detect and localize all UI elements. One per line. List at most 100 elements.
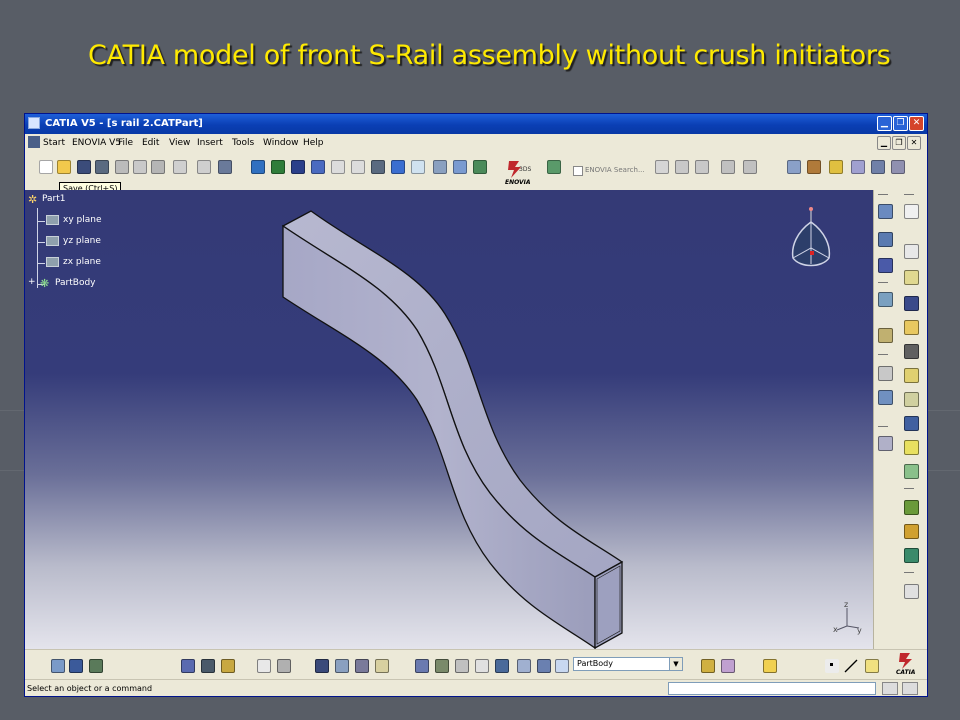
menu-help[interactable]: Help [303, 138, 324, 148]
body-icon[interactable] [878, 390, 893, 405]
plane-tool-icon[interactable] [865, 659, 879, 673]
rotate-icon[interactable] [311, 160, 325, 174]
menu-insert[interactable]: Insert [197, 138, 223, 148]
restore-button[interactable]: ❐ [893, 116, 908, 131]
doc-restore-button[interactable]: ❐ [892, 136, 906, 150]
menu-window[interactable]: Window [263, 138, 299, 148]
translate-icon[interactable] [904, 500, 919, 515]
menu-file[interactable]: File [118, 138, 133, 148]
shadow-icon[interactable] [871, 160, 885, 174]
new-icon[interactable] [39, 160, 53, 174]
render-style-icon[interactable] [787, 160, 801, 174]
select-arrow-icon[interactable] [763, 659, 777, 673]
print-icon[interactable] [95, 160, 109, 174]
render-bottom-icon[interactable] [721, 659, 735, 673]
knowledge-icon[interactable] [277, 659, 291, 673]
edge-fillet-icon[interactable] [904, 368, 919, 383]
enovia-connect-icon[interactable] [547, 160, 561, 174]
menu-view[interactable]: View [169, 138, 190, 148]
line-tool-icon[interactable] [843, 658, 859, 674]
insert-body-icon[interactable] [537, 659, 551, 673]
hole-icon[interactable] [904, 320, 919, 335]
fly-mode-icon[interactable] [251, 160, 265, 174]
measure-icon[interactable] [878, 436, 893, 451]
undo-icon[interactable] [173, 160, 187, 174]
enovia-grid-icon[interactable] [655, 160, 669, 174]
menu-edit[interactable]: Edit [142, 138, 159, 148]
hide-icon[interactable] [51, 659, 65, 673]
status-button-a[interactable] [882, 682, 898, 695]
shading-icon[interactable] [433, 160, 447, 174]
lights-icon[interactable] [851, 160, 865, 174]
iso-view-icon[interactable] [411, 160, 425, 174]
working-support-icon[interactable] [495, 659, 509, 673]
doc-close-button[interactable]: ✕ [907, 136, 921, 150]
copy-icon[interactable] [133, 160, 147, 174]
whats-this-icon[interactable] [218, 160, 232, 174]
point-icon[interactable] [878, 258, 893, 273]
hide-show-icon[interactable] [453, 160, 467, 174]
lock-icon[interactable] [355, 659, 369, 673]
chevron-down-icon[interactable]: ▼ [669, 658, 682, 670]
define-in-work-object-icon[interactable] [555, 659, 569, 673]
axis-system-icon[interactable] [455, 659, 469, 673]
expand-icon[interactable]: + [28, 277, 36, 287]
mirror-icon[interactable] [904, 524, 919, 539]
pattern-icon[interactable] [904, 548, 919, 563]
menu-tools[interactable]: Tools [232, 138, 254, 148]
menu-start[interactable]: Start [43, 138, 65, 148]
multi-view-icon[interactable] [391, 160, 405, 174]
cut-icon[interactable] [115, 160, 129, 174]
compass-icon[interactable] [785, 202, 845, 286]
enovia-search-field[interactable]: ENOVIA Search... [573, 164, 651, 178]
3d-viewport[interactable]: ✲ Part1 xy plane yz plane zx plane + ❋ P… [25, 190, 873, 649]
enovia-edit-icon[interactable] [721, 160, 735, 174]
open-icon[interactable] [57, 160, 71, 174]
measure-between-icon[interactable] [181, 659, 195, 673]
zoom-out-icon[interactable] [351, 160, 365, 174]
mass-properties-icon[interactable] [221, 659, 235, 673]
s-rail-model[interactable] [25, 190, 873, 649]
sketch-icon[interactable] [878, 204, 893, 219]
catalog-icon[interactable] [335, 659, 349, 673]
boolean-icon[interactable] [878, 366, 893, 381]
draft-icon[interactable] [904, 416, 919, 431]
normal-view-icon[interactable] [371, 160, 385, 174]
enovia-search-checkbox[interactable] [573, 166, 583, 176]
scan-icon[interactable] [517, 659, 531, 673]
apply-material-bottom-icon[interactable] [701, 659, 715, 673]
swap-space-icon[interactable] [473, 160, 487, 174]
command-input[interactable] [668, 682, 876, 695]
swap-icon[interactable] [69, 659, 83, 673]
shaft-icon[interactable] [904, 270, 919, 285]
formula-icon[interactable] [257, 659, 271, 673]
sketcher-icon[interactable] [904, 204, 919, 219]
zoom-in-icon[interactable] [331, 160, 345, 174]
shell-icon[interactable] [904, 440, 919, 455]
save-icon[interactable] [77, 160, 91, 174]
paste-icon[interactable] [151, 160, 165, 174]
menu-enovia[interactable]: ENOVIA V5 [72, 138, 121, 148]
update-icon[interactable] [415, 659, 429, 673]
display-options-icon[interactable] [891, 160, 905, 174]
enovia-tile-icon[interactable] [695, 160, 709, 174]
pocket-icon[interactable] [904, 344, 919, 359]
point-tool-icon[interactable] [825, 659, 839, 673]
manual-update-icon[interactable] [435, 659, 449, 673]
redo-icon[interactable] [197, 160, 211, 174]
parameter-icon[interactable] [375, 659, 389, 673]
minimize-button[interactable]: ▁ [877, 116, 892, 131]
pan-icon[interactable] [291, 160, 305, 174]
pad-icon[interactable] [904, 244, 919, 259]
grid-icon[interactable] [475, 659, 489, 673]
close-button[interactable]: ✕ [909, 116, 924, 131]
status-button-b[interactable] [902, 682, 918, 695]
apply-material-icon[interactable] [829, 160, 843, 174]
body-selector[interactable]: PartBody ▼ [573, 657, 683, 671]
constraint-icon[interactable] [878, 292, 893, 307]
reference-element-icon[interactable] [878, 232, 893, 247]
chamfer-icon[interactable] [904, 392, 919, 407]
fit-all-icon[interactable] [271, 160, 285, 174]
annotation-icon[interactable] [904, 584, 919, 599]
table-icon[interactable] [315, 659, 329, 673]
